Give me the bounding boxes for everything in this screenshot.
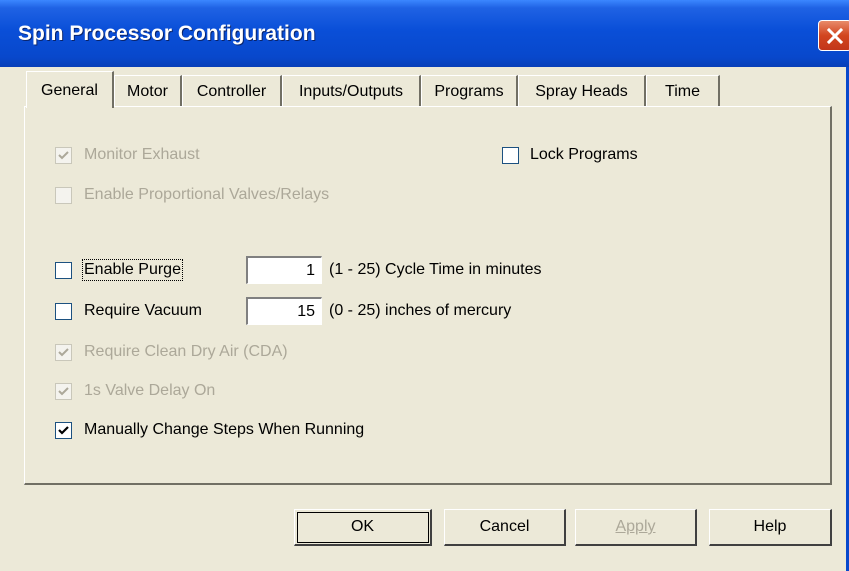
require-vacuum-label: Require Vacuum bbox=[84, 302, 202, 319]
enable-proportional-checkbox[interactable] bbox=[55, 187, 72, 204]
tab-label: Controller bbox=[196, 82, 267, 100]
tab-label: General bbox=[41, 81, 98, 99]
require-cda-label: Require Clean Dry Air (CDA) bbox=[84, 343, 288, 360]
valve-delay-checkbox[interactable] bbox=[55, 383, 72, 400]
manual-steps-checkbox[interactable] bbox=[55, 422, 72, 439]
enable-purge-label: Enable Purge bbox=[82, 259, 183, 281]
tab-inputs-outputs[interactable]: Inputs/Outputs bbox=[282, 75, 421, 106]
purge-cycle-time-input[interactable]: 1 bbox=[246, 256, 322, 284]
apply-button[interactable]: Apply bbox=[575, 509, 697, 546]
tab-controller[interactable]: Controller bbox=[182, 75, 282, 106]
checkmark-icon bbox=[58, 151, 69, 160]
close-icon bbox=[826, 27, 844, 45]
checkmark-icon bbox=[58, 348, 69, 357]
lock-programs-checkbox[interactable] bbox=[502, 147, 519, 164]
tab-general[interactable]: General bbox=[26, 71, 114, 108]
tab-spray-heads[interactable]: Spray Heads bbox=[518, 75, 646, 106]
vacuum-range-label: (0 - 25) inches of mercury bbox=[329, 302, 512, 319]
enable-purge-checkbox[interactable] bbox=[55, 262, 72, 279]
vacuum-value-input[interactable]: 15 bbox=[246, 297, 322, 325]
help-button-label: Help bbox=[753, 518, 787, 535]
require-vacuum-checkbox[interactable] bbox=[55, 303, 72, 320]
tab-label: Programs bbox=[434, 82, 504, 100]
tab-label: Time bbox=[665, 82, 700, 100]
close-button[interactable] bbox=[818, 20, 849, 51]
help-button[interactable]: Help bbox=[709, 509, 832, 546]
ok-button[interactable]: OK bbox=[294, 509, 432, 546]
checkmark-icon bbox=[58, 426, 69, 435]
title-bar[interactable]: Spin Processor Configuration bbox=[0, 0, 849, 67]
tab-label: Spray Heads bbox=[535, 82, 628, 100]
cancel-button[interactable]: Cancel bbox=[444, 509, 566, 546]
tab-label: Inputs/Outputs bbox=[298, 82, 404, 100]
ok-button-label: OK bbox=[350, 518, 375, 535]
cancel-button-label: Cancel bbox=[479, 518, 530, 535]
lock-programs-label: Lock Programs bbox=[530, 146, 638, 163]
tab-programs[interactable]: Programs bbox=[421, 75, 518, 106]
monitor-exhaust-label: Monitor Exhaust bbox=[84, 146, 200, 163]
tab-label: Motor bbox=[127, 82, 168, 100]
enable-proportional-label: Enable Proportional Valves/Relays bbox=[84, 186, 330, 203]
tab-motor[interactable]: Motor bbox=[114, 75, 182, 106]
require-cda-checkbox[interactable] bbox=[55, 344, 72, 361]
checkmark-icon bbox=[58, 387, 69, 396]
monitor-exhaust-checkbox[interactable] bbox=[55, 147, 72, 164]
tab-time[interactable]: Time bbox=[646, 75, 720, 106]
manual-steps-label: Manually Change Steps When Running bbox=[84, 421, 365, 438]
purge-range-label: (1 - 25) Cycle Time in minutes bbox=[329, 261, 542, 278]
apply-button-label: Apply bbox=[615, 518, 656, 535]
valve-delay-label: 1s Valve Delay On bbox=[84, 382, 216, 399]
window-title: Spin Processor Configuration bbox=[18, 22, 316, 45]
